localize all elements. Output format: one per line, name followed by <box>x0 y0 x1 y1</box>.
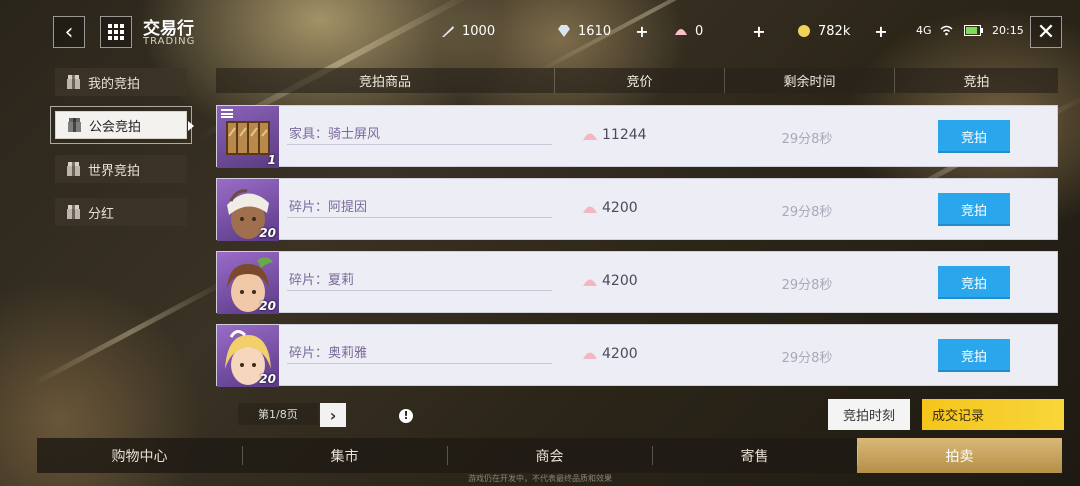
remaining-time: 29分8秒 <box>781 278 833 293</box>
menu-icon <box>221 109 233 118</box>
item-thumbnail[interactable]: 20 <box>217 325 279 387</box>
add-shell-button[interactable]: + <box>750 23 768 41</box>
col-header-action: 竞拍 <box>963 75 990 90</box>
gift-icon <box>67 162 80 176</box>
item-price: 11244 <box>582 127 647 143</box>
col-header-price: 竞价 <box>555 68 725 93</box>
grid-icon <box>108 24 124 40</box>
resource-gold: 782k <box>796 23 850 39</box>
diamond-icon <box>558 25 570 37</box>
page-subtitle: TRADING <box>143 36 196 47</box>
item-count: 20 <box>259 372 276 386</box>
price-value: 11244 <box>602 127 647 143</box>
gold-coin-icon <box>798 25 810 37</box>
tab-market[interactable]: 集市 <box>242 438 447 473</box>
feather-count: 1000 <box>462 23 496 39</box>
sidebar-item-label: 我的竞拍 <box>88 76 141 92</box>
bottom-nav: 购物中心 集市 商会 寄售 拍卖 <box>37 438 1062 473</box>
price-value: 4200 <box>602 200 638 216</box>
feather-icon <box>442 26 454 37</box>
item-thumbnail[interactable]: 20 <box>217 179 279 241</box>
chevron-right-icon: › <box>329 405 337 425</box>
gift-icon <box>68 118 81 132</box>
shell-icon <box>583 279 597 286</box>
bid-button[interactable]: 竞拍 <box>938 266 1010 299</box>
item-name: 碎片：奥莉雅 <box>289 346 368 361</box>
close-button[interactable]: ✕ <box>1030 16 1062 48</box>
item-name: 碎片：夏莉 <box>289 273 355 288</box>
item-count: 20 <box>259 226 276 240</box>
back-button[interactable]: ‹ <box>53 16 85 48</box>
gold-count: 782k <box>818 23 851 39</box>
price-value: 4200 <box>602 346 638 362</box>
item-price: 4200 <box>582 346 638 362</box>
bid-button[interactable]: 竞拍 <box>938 193 1010 226</box>
table-row: 20 碎片：阿提因 4200 29分8秒 竞拍 <box>216 178 1058 241</box>
next-page-button[interactable]: › <box>320 403 346 427</box>
item-price: 4200 <box>582 273 638 289</box>
table-row: 20 碎片：夏莉 4200 29分8秒 竞拍 <box>216 251 1058 314</box>
back-arrow-icon: ‹ <box>64 19 74 45</box>
diamond-count: 1610 <box>578 23 612 39</box>
tab-chamber[interactable]: 商会 <box>447 438 652 473</box>
remaining-time: 29分8秒 <box>781 351 833 366</box>
wifi-icon <box>940 25 953 36</box>
resource-shell: 0 <box>673 23 703 39</box>
shell-icon <box>675 29 687 35</box>
sidebar-item-world-bids[interactable]: 世界竞拍 <box>55 155 187 183</box>
add-gold-button[interactable]: + <box>872 23 890 41</box>
gift-icon <box>67 205 80 219</box>
remaining-time: 29分8秒 <box>781 132 833 147</box>
bid-button[interactable]: 竞拍 <box>938 339 1010 372</box>
info-icon[interactable]: ! <box>399 409 413 423</box>
item-name: 碎片：阿提因 <box>289 200 368 215</box>
page-indicator: 第1/8页 <box>238 403 318 425</box>
shell-count: 0 <box>695 23 704 39</box>
resource-feather: 1000 <box>440 23 495 39</box>
item-name: 家具：骑士屏风 <box>289 127 381 142</box>
bid-time-button[interactable]: 竞拍时刻 <box>828 399 910 430</box>
clock: 20:15 <box>992 24 1024 37</box>
item-thumbnail[interactable]: 20 <box>217 252 279 314</box>
item-count: 20 <box>259 299 276 313</box>
transaction-records-button[interactable]: 成交记录 <box>922 399 1064 430</box>
sidebar-item-label: 分红 <box>88 206 115 222</box>
item-thumbnail[interactable]: 1 <box>217 106 279 168</box>
sidebar-item-dividends[interactable]: 分红 <box>55 198 187 226</box>
shell-icon <box>583 206 597 213</box>
price-value: 4200 <box>602 273 638 289</box>
gift-icon <box>67 75 80 89</box>
item-price: 4200 <box>582 200 638 216</box>
resource-diamond: 1610 <box>556 23 611 39</box>
menu-grid-button[interactable] <box>100 16 132 48</box>
network-status: 4G <box>916 24 932 37</box>
close-icon: ✕ <box>1036 19 1056 45</box>
add-diamond-button[interactable]: + <box>633 23 651 41</box>
shell-icon <box>583 352 597 359</box>
sidebar-item-guild-bids[interactable]: 公会竞拍 <box>50 106 194 144</box>
shell-icon <box>583 133 597 140</box>
tab-consignment[interactable]: 寄售 <box>652 438 857 473</box>
col-header-time: 剩余时间 <box>725 68 895 93</box>
table-row: 1 家具：骑士屏风 11244 29分8秒 竞拍 <box>216 105 1058 168</box>
sidebar-item-label: 世界竞拍 <box>88 163 141 179</box>
item-count: 1 <box>267 153 276 167</box>
tab-auction[interactable]: 拍卖 <box>857 438 1062 473</box>
sidebar-item-my-bids[interactable]: 我的竞拍 <box>55 68 187 96</box>
dev-disclaimer: 游戏仍在开发中，不代表最终品质和效果 <box>468 474 612 483</box>
remaining-time: 29分8秒 <box>781 205 833 220</box>
col-header-item: 竞拍商品 <box>216 68 555 93</box>
battery-icon <box>964 25 983 36</box>
table-header: 竞拍商品 竞价 剩余时间 竞拍 <box>216 68 1058 93</box>
bid-button[interactable]: 竞拍 <box>938 120 1010 153</box>
table-row: 20 碎片：奥莉雅 4200 29分8秒 竞拍 <box>216 324 1058 387</box>
tab-shopping-center[interactable]: 购物中心 <box>37 438 242 473</box>
